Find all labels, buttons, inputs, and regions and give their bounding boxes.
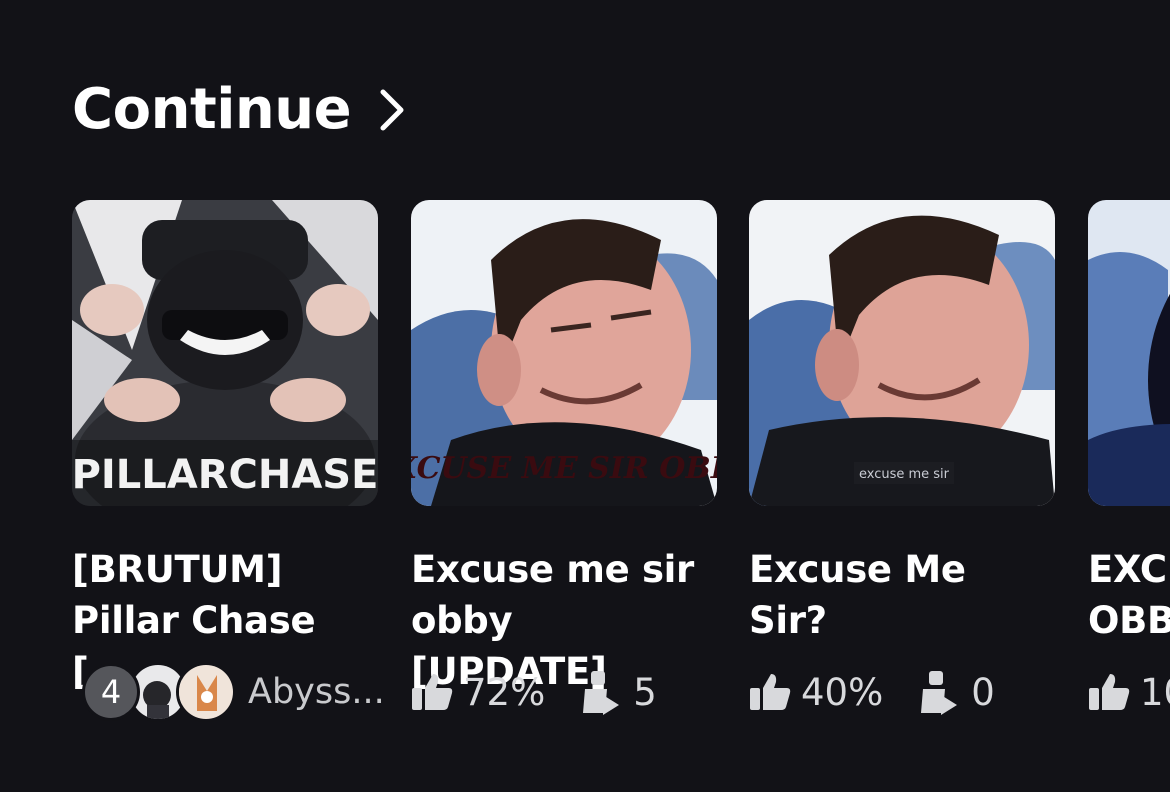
game-artwork xyxy=(1088,200,1170,506)
game-stats: 10 xyxy=(1088,662,1170,722)
game-thumbnail[interactable]: excuse me sir xyxy=(749,200,1055,506)
game-card-pillar-chase[interactable]: PILLARCHASE [BRUTUM] Pillar Chase [... 4… xyxy=(72,200,385,722)
game-title: EXCU OBB xyxy=(1088,548,1170,642)
players-value: 0 xyxy=(971,670,995,714)
players-value: 5 xyxy=(633,670,657,714)
players-icon xyxy=(921,671,958,715)
thumbnail-text: PILLARCHASE xyxy=(72,452,378,498)
excuse-me-sir-artwork: excuse me sir xyxy=(749,200,1055,506)
friend-count-badge: 4 xyxy=(82,663,140,721)
players-icon xyxy=(583,671,620,715)
rating-value: 72% xyxy=(463,670,546,714)
rating-value: 40% xyxy=(801,670,884,714)
excuse-me-sir-artwork: EXCUSE ME SIR OBBY xyxy=(411,200,717,506)
pillar-chase-artwork: PILLARCHASE xyxy=(72,200,378,506)
game-stats: 72% 5 xyxy=(411,662,657,722)
thumbnail-text: EXCUSE ME SIR OBBY xyxy=(411,451,717,486)
friends-playing: 4 Abyss... xyxy=(72,662,385,722)
game-card-partial[interactable]: EXCU OBB 10 xyxy=(1088,200,1170,714)
section-header[interactable]: Continue xyxy=(72,82,407,138)
game-thumbnail[interactable] xyxy=(1088,200,1170,506)
thumbnail-text: excuse me sir xyxy=(859,467,950,482)
game-stats: 40% 0 xyxy=(749,662,995,722)
rating-value: 10 xyxy=(1140,670,1170,714)
section-title: Continue xyxy=(72,77,352,142)
chevron-right-icon xyxy=(380,89,404,131)
games-carousel[interactable]: PILLARCHASE [BRUTUM] Pillar Chase [... 4… xyxy=(72,200,1170,760)
game-thumbnail[interactable]: PILLARCHASE xyxy=(72,200,378,506)
friend-name: Abyss... xyxy=(248,672,385,712)
thumbs-up-icon xyxy=(1089,674,1130,710)
game-card-excuse-me-sir[interactable]: excuse me sir Excuse Me Sir? 40% 0 xyxy=(749,200,1055,715)
thumbs-up-icon xyxy=(412,674,453,710)
thumbs-up-icon xyxy=(750,674,791,710)
friend-avatar xyxy=(176,662,236,722)
game-title: Excuse Me Sir? xyxy=(749,548,966,642)
game-card-excuse-me-sir-obby[interactable]: EXCUSE ME SIR OBBY Excuse me sir obby [U… xyxy=(411,200,717,715)
game-thumbnail[interactable]: EXCUSE ME SIR OBBY xyxy=(411,200,717,506)
